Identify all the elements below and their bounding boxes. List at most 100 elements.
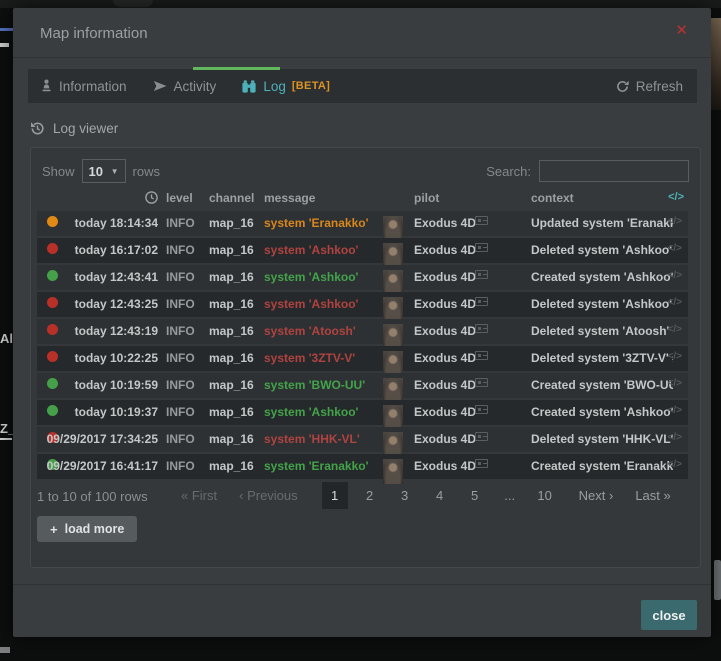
pilot-name: Exodus 4D bbox=[414, 297, 476, 311]
column-header-context[interactable]: context bbox=[531, 191, 574, 205]
tab-label: Log bbox=[263, 79, 286, 94]
pagination-page-2[interactable]: 2 bbox=[357, 482, 383, 509]
log-level: INFO bbox=[166, 378, 195, 392]
code-icon[interactable]: </> bbox=[668, 324, 682, 335]
log-time: today 16:17:02 bbox=[37, 243, 158, 257]
pagination-pages: 12345... 10 bbox=[322, 482, 567, 509]
background-top-fragment bbox=[113, 0, 153, 7]
refresh-icon bbox=[616, 80, 629, 93]
code-icon[interactable]: </> bbox=[668, 351, 682, 362]
show-label: Show bbox=[42, 164, 75, 179]
tab-information[interactable]: Information bbox=[28, 79, 140, 94]
table-row[interactable]: 09/29/2017 17:34:25INFOmap_16system 'HHK… bbox=[37, 427, 688, 452]
table-row[interactable]: today 10:19:59INFOmap_16system 'BWO-UU'E… bbox=[37, 373, 688, 398]
log-level: INFO bbox=[166, 459, 195, 473]
pilot-name: Exodus 4D bbox=[414, 351, 476, 365]
table-row[interactable]: today 12:43:25INFOmap_16system 'Ashkoo'E… bbox=[37, 292, 688, 317]
tab-label: Activity bbox=[174, 79, 217, 94]
background-left-fragment bbox=[0, 28, 13, 31]
pilot-name: Exodus 4D bbox=[414, 378, 476, 392]
dialog-footer: close bbox=[13, 584, 711, 638]
tab-activity[interactable]: Activity bbox=[140, 79, 230, 94]
map-information-dialog: Map information ✕ Information Activity L… bbox=[13, 8, 711, 637]
log-context: Deleted system 'HHK-VL' ... bbox=[531, 432, 673, 446]
code-icon[interactable]: </> bbox=[668, 243, 682, 254]
search-control: Search: bbox=[486, 158, 689, 184]
pagination-page-1[interactable]: 1 bbox=[322, 482, 348, 509]
page-size-select[interactable]: 10 ▼ bbox=[82, 159, 126, 183]
rows-label: rows bbox=[133, 164, 160, 179]
pagination: « First ‹ Previous 12345... 10 Next › Las… bbox=[181, 480, 671, 510]
pagination-page-3[interactable]: 3 bbox=[392, 482, 418, 509]
code-icon[interactable]: </> bbox=[668, 405, 682, 416]
close-icon[interactable]: ✕ bbox=[675, 23, 688, 38]
page-size-value: 10 bbox=[89, 164, 103, 179]
log-channel: map_16 bbox=[209, 243, 254, 257]
street-view-icon bbox=[41, 79, 52, 93]
history-icon bbox=[30, 121, 45, 136]
pagination-previous[interactable]: ‹ Previous bbox=[239, 488, 298, 503]
table-row[interactable]: today 16:17:02INFOmap_16system 'Ashkoo'E… bbox=[37, 238, 688, 263]
active-tab-indicator bbox=[193, 67, 280, 70]
code-icon[interactable]: </> bbox=[668, 378, 682, 389]
column-header-channel[interactable]: channel bbox=[209, 191, 254, 205]
close-button[interactable]: close bbox=[641, 600, 697, 630]
clock-icon[interactable] bbox=[145, 191, 158, 204]
column-header-message[interactable]: message bbox=[264, 191, 315, 205]
log-time: 09/29/2017 17:34:25 bbox=[37, 432, 158, 446]
table-row[interactable]: today 10:22:25INFOmap_16system '3ZTV-V'E… bbox=[37, 346, 688, 371]
id-card-icon bbox=[475, 459, 488, 468]
log-time: today 10:22:25 bbox=[37, 351, 158, 365]
log-level: INFO bbox=[166, 324, 195, 338]
pagination-next[interactable]: Next › bbox=[579, 488, 614, 503]
background-portrait-fragment bbox=[711, 18, 721, 110]
id-card-icon bbox=[475, 351, 488, 360]
search-input[interactable] bbox=[539, 160, 689, 182]
table-row[interactable]: today 10:19:37INFOmap_16system 'Ashkoo'E… bbox=[37, 400, 688, 425]
pagination-page-...[interactable]: ... bbox=[497, 482, 523, 509]
id-card-icon bbox=[475, 324, 488, 333]
dialog-title: Map information bbox=[40, 25, 148, 42]
code-icon[interactable]: </> bbox=[668, 216, 682, 227]
log-level: INFO bbox=[166, 351, 195, 365]
log-message: system 'Eranakko' bbox=[264, 459, 368, 473]
table-row[interactable]: today 12:43:41INFOmap_16system 'Ashkoo'E… bbox=[37, 265, 688, 290]
refresh-button[interactable]: Refresh bbox=[616, 79, 697, 94]
code-icon[interactable]: </> bbox=[668, 297, 682, 308]
table-row[interactable]: today 18:14:34INFOmap_16system 'Eranakko… bbox=[37, 211, 688, 236]
code-icon[interactable]: </> bbox=[668, 432, 682, 443]
column-header-pilot[interactable]: pilot bbox=[414, 191, 439, 205]
log-time: today 12:43:25 bbox=[37, 297, 158, 311]
tab-log[interactable]: Log [BETA] bbox=[229, 79, 343, 94]
log-message: system 'HHK-VL' bbox=[264, 432, 360, 446]
log-channel: map_16 bbox=[209, 432, 254, 446]
log-context: Deleted system 'Ashkoo' ... bbox=[531, 243, 673, 257]
log-context: Deleted system '3ZTV-V' #... bbox=[531, 351, 673, 365]
column-header-level[interactable]: level bbox=[166, 191, 193, 205]
log-message: system 'Ashkoo' bbox=[264, 243, 358, 257]
pilot-name: Exodus 4D bbox=[414, 324, 476, 338]
pagination-page-10[interactable]: 10 bbox=[532, 482, 558, 509]
pagination-first[interactable]: « First bbox=[181, 488, 217, 503]
table-row[interactable]: 09/29/2017 16:41:17INFOmap_16system 'Era… bbox=[37, 454, 688, 479]
log-level: INFO bbox=[166, 243, 195, 257]
pagination-page-5[interactable]: 5 bbox=[462, 482, 488, 509]
log-message: system 'Ashkoo' bbox=[264, 297, 358, 311]
log-time: 09/29/2017 16:41:17 bbox=[37, 459, 158, 473]
log-time: today 10:19:59 bbox=[37, 378, 158, 392]
pilot-name: Exodus 4D bbox=[414, 432, 476, 446]
pilot-name: Exodus 4D bbox=[414, 216, 476, 230]
log-context: Deleted system 'Atoosh' #... bbox=[531, 324, 673, 338]
pilot-name: Exodus 4D bbox=[414, 270, 476, 284]
dialog-header: Map information ✕ bbox=[13, 8, 711, 58]
pagination-page-4[interactable]: 4 bbox=[427, 482, 453, 509]
load-more-button[interactable]: + load more bbox=[37, 516, 137, 542]
chevron-down-icon: ▼ bbox=[111, 167, 119, 176]
log-time: today 12:43:41 bbox=[37, 270, 158, 284]
code-column-icon[interactable]: </> bbox=[668, 191, 684, 203]
log-level: INFO bbox=[166, 297, 195, 311]
table-row[interactable]: today 12:43:19INFOmap_16system 'Atoosh'E… bbox=[37, 319, 688, 344]
code-icon[interactable]: </> bbox=[668, 270, 682, 281]
code-icon[interactable]: </> bbox=[668, 459, 682, 470]
pagination-last[interactable]: Last » bbox=[635, 488, 670, 503]
